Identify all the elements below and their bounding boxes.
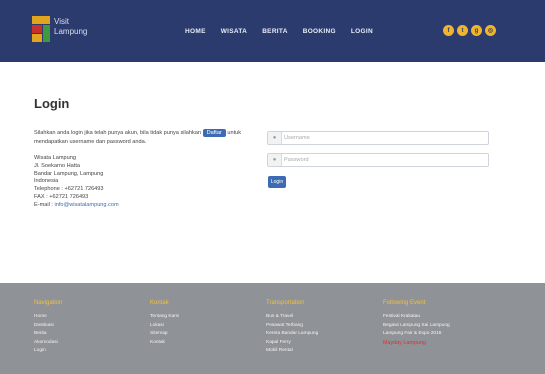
nav-login[interactable]: LOGIN [351, 26, 373, 38]
footer-link[interactable]: Kontak [150, 339, 250, 348]
footer-link[interactable]: Festival Krakatau [383, 313, 483, 322]
footer-heading: Navigation [34, 300, 63, 306]
login-intro-text: Silahkan anda login jika telah punya aku… [34, 129, 259, 146]
username-input[interactable] [284, 133, 484, 143]
footer-link[interactable]: Berita [34, 330, 134, 339]
intro-text-before: Silahkan anda login jika telah punya aku… [34, 130, 201, 136]
footer-link[interactable]: Mobil Rental [266, 347, 366, 356]
register-button[interactable]: Daftar [202, 129, 226, 137]
footer-link[interactable]: Bus & Travel [266, 313, 366, 322]
fax-line: FAX : +62721 726493 [34, 193, 89, 200]
footer-column-kontak: Kontak Tentang Kami Lokasi Sitemap Konta… [150, 300, 250, 347]
nav-berita[interactable]: BERITA [262, 26, 288, 38]
email-line: E-mail : info@wisatalampung.com [34, 202, 119, 210]
page-title: Login [34, 96, 70, 111]
footer-link[interactable]: Akomodasi [34, 339, 134, 348]
footer-link[interactable]: Login [34, 347, 134, 356]
footer-heading: Following Event [383, 300, 426, 306]
logo-line-1: Visit [54, 17, 69, 26]
footer-highlight-link[interactable]: Mayday Lampung [383, 339, 483, 348]
nav-home[interactable]: HOME [185, 26, 206, 38]
footer-column-navigation: Navigation Home Destinasi Berita Akomoda… [34, 300, 134, 356]
logo-mark-icon [32, 16, 50, 42]
password-input[interactable] [284, 155, 484, 165]
contact-address: Wisata Lampung Jl. Soekarno Hatta Bandar… [34, 155, 119, 210]
address-line: Indonesia [34, 178, 59, 185]
facebook-icon[interactable]: f [443, 25, 454, 36]
email-link[interactable]: info@wisatalampung.com [55, 202, 119, 208]
footer-link[interactable]: Destinasi [34, 322, 134, 331]
logo-line-2: Lampung [54, 27, 88, 36]
footer-column-events: Following Event Festival Krakatau Begawi… [383, 300, 483, 347]
address-line: Wisata Lampung [34, 155, 76, 161]
email-label: E-mail : [34, 201, 55, 208]
nav-wisata[interactable]: WISATA [221, 26, 247, 38]
logo-text: Visit Lampung [54, 17, 87, 37]
footer-heading: Transportation [266, 300, 305, 306]
site-logo[interactable]: Visit Lampung [32, 14, 102, 48]
google-plus-icon[interactable]: g [471, 25, 482, 36]
footer-link[interactable]: Lokasi [150, 322, 250, 331]
social-links: f t g ◎ [443, 25, 499, 36]
telephone-line: Telephone : +62721 726493 [34, 186, 104, 193]
footer-link[interactable]: Home [34, 313, 134, 322]
password-field: ● [267, 153, 489, 167]
login-button[interactable]: Login [268, 176, 286, 188]
footer: Navigation Home Destinasi Berita Akomoda… [0, 283, 545, 374]
footer-column-transportation: Transportation Bus & Travel Pesawat Terb… [266, 300, 366, 356]
footer-link[interactable]: Tentang Kami [150, 313, 250, 322]
footer-link[interactable]: Pesawat Terbang [266, 322, 366, 331]
footer-link[interactable]: Kapal Ferry [266, 339, 366, 348]
footer-link[interactable]: Begawi Lampung Sai Lampung [383, 322, 483, 331]
user-icon: ● [268, 132, 282, 144]
footer-heading: Kontak [150, 300, 169, 306]
nav-booking[interactable]: BOOKING [303, 26, 336, 38]
footer-link[interactable]: Kereta Bandar Lampung [266, 330, 366, 339]
footer-link[interactable]: Lampung Fair & Expo 2016 [383, 330, 483, 339]
header-bar: Visit Lampung HOME WISATA BERITA BOOKING… [0, 0, 545, 62]
footer-link[interactable]: Sitemap [150, 330, 250, 339]
lock-icon: ● [268, 154, 282, 166]
username-field: ● [267, 131, 489, 145]
address-line: Jl. Soekarno Hatta [34, 162, 81, 169]
twitter-icon[interactable]: t [457, 25, 468, 36]
instagram-icon[interactable]: ◎ [485, 25, 496, 36]
address-line: Bandar Lampung, Lampung [34, 170, 104, 177]
main-nav: HOME WISATA BERITA BOOKING LOGIN [185, 26, 388, 38]
